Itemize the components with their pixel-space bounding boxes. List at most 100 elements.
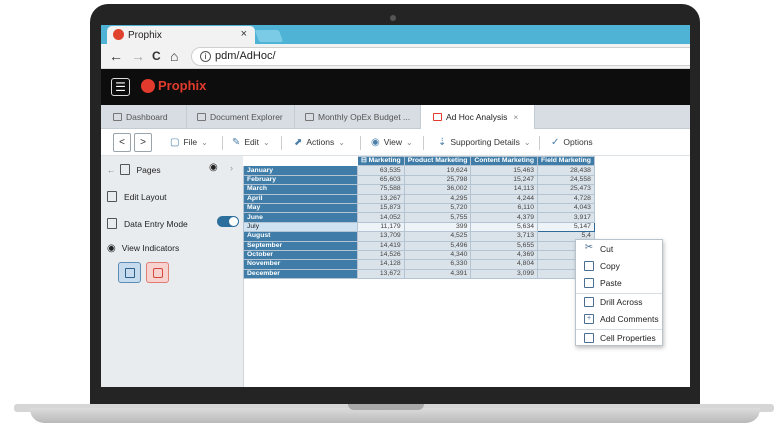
data-cell[interactable]: 11,179 (357, 221, 405, 233)
tab-ad-hoc-analysis[interactable]: Ad Hoc Analysis × (421, 105, 535, 130)
supporting-details-menu[interactable]: ⇣ Supporting Details ⌄ (434, 133, 535, 152)
data-cell[interactable]: 5,720 (403, 202, 472, 214)
tab-monthly-opex-budget[interactable]: Monthly OpEx Budget ... (295, 105, 421, 129)
data-cell[interactable]: 25,473 (537, 184, 595, 195)
data-cell[interactable]: 13,709 (357, 231, 405, 242)
info-icon[interactable]: i (200, 51, 211, 62)
data-cell[interactable]: 14,526 (357, 249, 405, 261)
data-cell[interactable]: 14,419 (357, 240, 405, 251)
hamburger-menu-icon[interactable]: ☰ (111, 78, 130, 96)
row-header[interactable]: September (243, 240, 358, 251)
data-cell[interactable]: 4,340 (403, 249, 472, 261)
row-header[interactable]: November (243, 259, 358, 270)
data-cell[interactable]: 5,755 (403, 212, 472, 223)
data-cell[interactable]: 4,379 (470, 212, 539, 223)
chevron-down-icon: ⌄ (201, 138, 208, 147)
home-icon[interactable]: ⌂ (170, 48, 178, 64)
tab-dashboard[interactable]: Dashboard (101, 105, 187, 129)
browser-tab[interactable]: Prophix × (107, 26, 255, 44)
options-button[interactable]: ✓ Options (547, 133, 597, 152)
row-header[interactable]: October (243, 249, 358, 261)
data-cell[interactable]: 14,113 (470, 184, 539, 195)
column-header[interactable]: Content Marketing (470, 155, 539, 167)
data-cell[interactable]: 14,052 (357, 212, 405, 223)
row-header[interactable]: August (243, 231, 358, 242)
data-cell[interactable]: 4,244 (470, 193, 539, 204)
data-cell[interactable]: 13,672 (357, 268, 405, 280)
drill-across-menu-item[interactable]: Drill Across (576, 294, 662, 311)
data-entry-mode-toggle[interactable] (217, 216, 239, 227)
tab-document-explorer[interactable]: Document Explorer (187, 105, 295, 129)
data-cell[interactable]: 4,369 (470, 249, 539, 261)
indicator-comments-button[interactable] (146, 262, 169, 283)
new-tab-button[interactable] (254, 30, 284, 42)
data-cell[interactable]: 14,128 (357, 259, 405, 270)
actions-menu[interactable]: ⬈ Actions ⌄ (290, 133, 349, 152)
row-header[interactable]: May (243, 202, 358, 214)
data-cell[interactable]: 63,535 (357, 165, 405, 176)
row-header[interactable]: July (243, 221, 358, 233)
column-header[interactable]: Product Marketing (403, 155, 472, 167)
collapse-arrow-icon[interactable]: ← (107, 165, 116, 175)
data-cell[interactable]: 15,463 (470, 165, 539, 176)
row-header[interactable]: April (243, 193, 358, 204)
back-icon[interactable]: ← (109, 48, 123, 64)
data-cell[interactable]: 5,634 (470, 221, 539, 233)
cell-properties-menu-item[interactable]: Cell Properties (576, 330, 662, 347)
row-header[interactable]: January (243, 165, 358, 176)
chart-icon (433, 113, 442, 121)
edit-layout-button[interactable]: Edit Layout (107, 191, 167, 202)
data-cell[interactable]: 4,525 (403, 231, 472, 242)
data-cell[interactable]: 25,798 (403, 174, 472, 186)
view-menu[interactable]: ◉ View ⌄ (367, 133, 417, 152)
pages-section[interactable]: ← Pages (107, 164, 161, 175)
row-header[interactable]: December (243, 268, 358, 280)
row-header[interactable]: March (243, 184, 358, 195)
hide-eye-icon[interactable]: ◉ (209, 162, 218, 173)
close-tab-icon[interactable]: × (241, 28, 247, 40)
data-cell[interactable]: 75,588 (357, 184, 405, 195)
data-cell[interactable]: 4,804 (470, 259, 539, 270)
previous-button[interactable]: < (113, 133, 131, 152)
edit-layout-label: Edit Layout (124, 192, 167, 202)
data-cell[interactable]: 15,873 (357, 202, 405, 214)
column-header[interactable]: Field Marketing (537, 155, 595, 167)
data-cell[interactable]: 15,247 (470, 174, 539, 186)
data-cell[interactable]: 65,603 (357, 174, 405, 186)
data-cell[interactable]: 5,147 (537, 221, 595, 233)
data-cell[interactable]: 3,917 (537, 212, 595, 223)
copy-menu-item[interactable]: Copy (576, 258, 662, 275)
forward-icon[interactable]: → (131, 48, 145, 64)
layout-icon (107, 191, 117, 202)
file-menu[interactable]: ▢ File ⌄ (166, 133, 212, 152)
column-header[interactable]: ⊟ Marketing (357, 155, 405, 167)
data-cell[interactable]: 36,002 (403, 184, 472, 195)
data-cell[interactable]: 5,655 (470, 240, 539, 251)
data-cell[interactable]: 24,558 (537, 174, 595, 186)
data-cell[interactable]: 19,624 (403, 165, 472, 176)
cut-menu-item[interactable]: ✂ Cut (576, 241, 662, 258)
row-header[interactable]: June (243, 212, 358, 223)
data-cell[interactable]: 399 (403, 221, 472, 233)
close-tab-icon[interactable]: × (513, 112, 518, 122)
data-cell[interactable]: 6,330 (403, 259, 472, 270)
data-cell[interactable]: 6,110 (470, 202, 539, 214)
next-button[interactable]: > (134, 133, 152, 152)
edit-menu[interactable]: ✎ Edit ⌄ (228, 133, 274, 152)
data-cell[interactable]: 5,496 (403, 240, 472, 251)
reload-icon[interactable]: C (152, 49, 161, 63)
chevron-right-icon[interactable]: › (230, 163, 233, 173)
data-cell[interactable]: 13,267 (357, 193, 405, 204)
data-cell[interactable]: 4,043 (537, 202, 595, 214)
data-cell[interactable]: 3,099 (470, 268, 539, 280)
indicator-values-button[interactable] (118, 262, 141, 283)
paste-menu-item[interactable]: Paste (576, 275, 662, 292)
add-comments-menu-item[interactable]: + Add Comments (576, 311, 662, 328)
data-cell[interactable]: 4,391 (403, 268, 472, 280)
data-cell[interactable]: 4,295 (403, 193, 472, 204)
url-input[interactable]: i pdm/AdHoc/ (191, 47, 690, 66)
data-cell[interactable]: 28,438 (537, 165, 595, 176)
row-header[interactable]: February (243, 174, 358, 186)
data-cell[interactable]: 4,728 (537, 193, 595, 204)
data-cell[interactable]: 3,713 (470, 231, 539, 242)
